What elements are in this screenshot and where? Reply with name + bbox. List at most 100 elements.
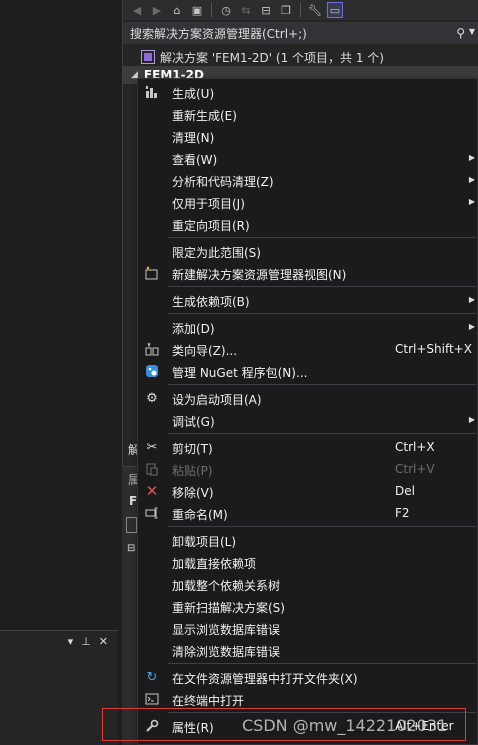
menu-item-project-only[interactable]: 仅用于项目(J) ▶ — [138, 191, 478, 213]
menu-item-label: 剪切(T) — [172, 442, 213, 456]
menu-item-show-browse-errors[interactable]: 显示浏览数据库错误 — [138, 617, 478, 639]
properties-wrench-icon[interactable]: 🔧︎ — [307, 2, 323, 18]
menu-item-build[interactable]: 生成(U) — [138, 81, 478, 103]
menu-item-label: 粘贴(P) — [172, 464, 213, 478]
terminal-icon — [144, 691, 160, 707]
toolbar-separator — [300, 3, 301, 17]
menu-separator — [168, 313, 476, 314]
menu-item-label: 添加(D) — [172, 322, 215, 336]
search-icon[interactable]: ⚲ — [456, 26, 465, 40]
submenu-arrow-icon: ▶ — [468, 295, 475, 304]
menu-item-open-in-explorer[interactable]: ↻ 在文件资源管理器中打开文件夹(X) — [138, 666, 478, 688]
menu-separator — [168, 384, 476, 385]
menu-item-shortcut: Ctrl+Shift+X — [395, 342, 472, 356]
switch-views-icon[interactable]: ▣ — [189, 2, 205, 18]
menu-item-label: 设为启动项目(A) — [172, 393, 262, 407]
search-placeholder: 搜索解决方案资源管理器(Ctrl+;) — [130, 26, 307, 41]
solution-label: 解决方案 'FEM1-2D' (1 个项目，共 1 个) — [160, 50, 384, 65]
new-view-icon — [144, 265, 160, 281]
menu-item-manage-nuget[interactable]: 管理 NuGet 程序包(N)... — [138, 360, 478, 382]
context-menu: 生成(U) 重新生成(E) 清理(N) 查看(W) ▶ 分析和代码清理(Z) ▶… — [137, 78, 478, 745]
menu-item-retarget[interactable]: 重定向项目(R) — [138, 213, 478, 235]
submenu-arrow-icon: ▶ — [468, 175, 475, 184]
menu-item-label: 仅用于项目(J) — [172, 197, 245, 211]
menu-item-shortcut: Del — [395, 484, 415, 498]
sync-icon[interactable]: ⇆ — [238, 2, 254, 18]
remove-icon: ✕ — [145, 482, 159, 500]
paste-icon — [144, 461, 160, 477]
collapse-all-icon[interactable]: ⊟ — [258, 2, 274, 18]
submenu-arrow-icon: ▶ — [468, 197, 475, 206]
menu-item-clean[interactable]: 清理(N) — [138, 125, 478, 147]
close-icon[interactable]: ✕ — [99, 635, 108, 648]
menu-item-new-view[interactable]: 新建解决方案资源管理器视图(N) — [138, 262, 478, 284]
menu-item-label: 移除(V) — [172, 486, 214, 500]
menu-item-label: 生成(U) — [172, 87, 215, 101]
solution-explorer-toolbar: ◀ ▶ ⌂ ▣ ◷ ⇆ ⊟ ❐ 🔧︎ ▭ — [123, 0, 478, 20]
menu-item-view[interactable]: 查看(W) ▶ — [138, 147, 478, 169]
menu-item-scope-to-this[interactable]: 限定为此范围(S) — [138, 240, 478, 262]
show-all-files-icon[interactable]: ❐ — [278, 2, 294, 18]
menu-item-label: 查看(W) — [172, 153, 218, 167]
menu-item-rename[interactable]: 重命名(M) F2 — [138, 502, 478, 524]
menu-item-clear-browse-errors[interactable]: 清除浏览数据库错误 — [138, 639, 478, 661]
menu-item-label: 在终端中打开 — [172, 694, 245, 708]
property-sort-icon[interactable] — [126, 517, 137, 533]
menu-item-label: 分析和代码清理(Z) — [172, 175, 274, 189]
menu-item-shortcut: F2 — [395, 506, 410, 520]
menu-separator — [168, 237, 476, 238]
menu-item-class-wizard[interactable]: 类向导(Z)... Ctrl+Shift+X — [138, 338, 478, 360]
left-dock-panel: ▾ ⊥ ✕ — [0, 630, 118, 745]
menu-item-unload-project[interactable]: 卸载项目(L) — [138, 529, 478, 551]
menu-item-set-startup[interactable]: ⚙ 设为启动项目(A) — [138, 387, 478, 409]
menu-item-label: 重新扫描解决方案(S) — [172, 601, 285, 615]
solution-node[interactable]: 解决方案 'FEM1-2D' (1 个项目，共 1 个) — [123, 47, 478, 67]
menu-item-shortcut: Ctrl+V — [395, 462, 435, 476]
class-wizard-icon — [144, 341, 160, 357]
menu-item-load-direct-deps[interactable]: 加载直接依赖项 — [138, 551, 478, 573]
build-icon — [144, 84, 160, 100]
submenu-arrow-icon: ▶ — [468, 322, 475, 331]
menu-separator — [168, 433, 476, 434]
menu-item-label: 清理(N) — [172, 131, 215, 145]
rename-icon — [144, 505, 160, 521]
menu-separator — [168, 526, 476, 527]
preview-icon[interactable]: ▭ — [327, 2, 343, 18]
menu-item-add[interactable]: 添加(D) ▶ — [138, 316, 478, 338]
menu-item-label: 管理 NuGet 程序包(N)... — [172, 366, 308, 380]
menu-item-debug[interactable]: 调试(G) ▶ — [138, 409, 478, 431]
menu-item-rebuild[interactable]: 重新生成(E) — [138, 103, 478, 125]
menu-separator — [168, 663, 476, 664]
menu-item-build-dependencies[interactable]: 生成依赖项(B) ▶ — [138, 289, 478, 311]
forward-icon[interactable]: ▶ — [149, 2, 165, 18]
cut-icon: ✂ — [146, 439, 158, 455]
dock-buttons: ▾ ⊥ ✕ — [68, 635, 108, 648]
gear-icon: ⚙ — [146, 390, 158, 406]
menu-item-rescan-solution[interactable]: 重新扫描解决方案(S) — [138, 595, 478, 617]
watermark-text: CSDN @mw_1422102031 — [242, 716, 448, 735]
menu-item-label: 重新生成(E) — [172, 109, 237, 123]
menu-item-paste: 粘贴(P) Ctrl+V — [138, 458, 478, 480]
toolbar-separator — [211, 3, 212, 17]
dropdown-icon[interactable]: ▾ — [68, 635, 74, 648]
bg-fragment: F — [129, 494, 138, 508]
pending-changes-icon[interactable]: ◷ — [218, 2, 234, 18]
menu-item-label: 限定为此范围(S) — [172, 246, 261, 260]
menu-item-remove[interactable]: ✕ 移除(V) Del — [138, 480, 478, 502]
home-icon[interactable]: ⌂ — [169, 2, 185, 18]
solution-icon — [141, 50, 155, 64]
menu-item-label: 重定向项目(R) — [172, 219, 250, 233]
menu-item-analyze[interactable]: 分析和代码清理(Z) ▶ — [138, 169, 478, 191]
pin-icon[interactable]: ⊥ — [81, 635, 91, 648]
back-icon[interactable]: ◀ — [129, 2, 145, 18]
menu-item-load-dep-tree[interactable]: 加载整个依赖关系树 — [138, 573, 478, 595]
chevron-down-icon[interactable]: ▼ — [469, 27, 475, 36]
collapse-icon[interactable]: ⊟ — [127, 543, 135, 554]
menu-item-label: 清除浏览数据库错误 — [172, 645, 281, 659]
menu-item-label: 重命名(M) — [172, 508, 228, 522]
menu-item-open-in-terminal[interactable]: 在终端中打开 — [138, 688, 478, 710]
menu-item-label: 加载直接依赖项 — [172, 557, 257, 571]
menu-item-cut[interactable]: ✂ 剪切(T) Ctrl+X — [138, 436, 478, 458]
search-input[interactable]: 搜索解决方案资源管理器(Ctrl+;) ⚲ ▼ — [123, 22, 478, 44]
submenu-arrow-icon: ▶ — [468, 153, 475, 162]
